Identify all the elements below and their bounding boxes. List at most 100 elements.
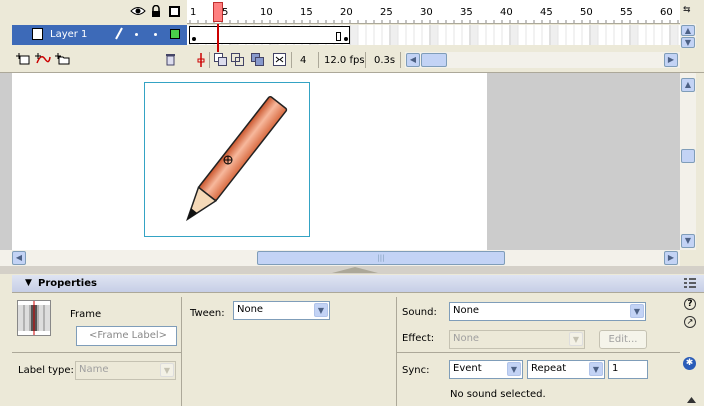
trash-icon[interactable] <box>165 53 176 66</box>
scroll-down-button[interactable]: ▼ <box>681 234 695 248</box>
frame-cell-highlight <box>471 25 478 45</box>
repeat-select[interactable]: Repeat ▼ <box>527 360 605 379</box>
sound-status: No sound selected. <box>450 389 546 400</box>
scroll-right-button[interactable]: ▶ <box>664 251 678 265</box>
insert-folder-icon[interactable] <box>55 53 70 65</box>
frame-rate[interactable]: 12.0 fps <box>324 55 365 66</box>
insert-layer-icon[interactable] <box>16 53 30 65</box>
ruler-number: 30 <box>420 7 433 18</box>
keyframe-span[interactable] <box>189 26 350 44</box>
stage-hscroll-thumb[interactable]: ||| <box>257 251 505 265</box>
stage-vscroll-thumb[interactable] <box>681 149 695 163</box>
divider <box>400 52 401 68</box>
divider <box>318 52 319 68</box>
center-frame-icon[interactable] <box>196 53 206 67</box>
scroll-up-button[interactable]: ▲ <box>681 25 695 36</box>
sound-select[interactable]: None ▼ <box>449 302 646 321</box>
chevron-down-icon[interactable]: ▼ <box>630 304 644 318</box>
outline-icon[interactable] <box>169 6 180 17</box>
ruler-number: 50 <box>580 7 593 18</box>
collapse-panel-icon[interactable] <box>687 397 696 403</box>
help-icon[interactable]: ? <box>684 298 696 310</box>
scroll-down-button[interactable]: ▼ <box>681 37 695 48</box>
lock-dot[interactable] <box>154 33 157 36</box>
frame-thumbnail-icon <box>17 300 51 336</box>
frame-label-placeholder: <Frame Label> <box>88 330 168 341</box>
frame-cell-highlight <box>591 25 598 45</box>
edit-multiple-frames-icon[interactable] <box>251 53 264 66</box>
chevron-down-icon[interactable]: ▼ <box>507 362 521 376</box>
ruler-number: 45 <box>540 7 553 18</box>
visibility-dot[interactable] <box>135 33 138 36</box>
elapsed-time: 0.3s <box>374 55 396 66</box>
current-frame: 4 <box>300 55 307 66</box>
frame-type-label: Frame <box>70 309 102 320</box>
chevron-down-icon[interactable]: ▼ <box>589 362 603 376</box>
timeline-menu-icon[interactable]: ⇆ <box>683 5 697 17</box>
stage-right-offstage <box>487 73 680 250</box>
properties-title: Properties <box>38 278 97 289</box>
effect-label: Effect: <box>402 333 435 344</box>
tween-select[interactable]: None ▼ <box>233 301 330 320</box>
repeat-count-input[interactable]: 1 <box>608 360 648 379</box>
ruler-number: 1 <box>190 7 197 18</box>
sound-label: Sound: <box>402 307 437 318</box>
ruler-number: 35 <box>460 7 473 18</box>
scroll-left-button[interactable]: ◀ <box>12 251 26 265</box>
ruler-number: 60 <box>660 7 673 18</box>
label-type-label: Label type: <box>18 365 74 376</box>
frame-cell-highlight <box>511 25 518 45</box>
expand-triangle-icon[interactable]: ▼ <box>25 278 32 288</box>
ruler-number: 5 <box>222 7 229 18</box>
tween-value: None <box>237 304 264 315</box>
edit-button-label: Edit... <box>608 334 638 345</box>
onion-skin-outlines-icon[interactable] <box>231 53 244 66</box>
frame-cell-highlight <box>631 25 638 45</box>
frame-cell-highlight <box>431 25 438 45</box>
accessibility-icon[interactable]: ✱ <box>683 357 696 370</box>
ruler-number: 15 <box>300 7 313 18</box>
sync-value: Event <box>453 363 482 374</box>
eye-icon[interactable] <box>130 5 146 17</box>
panel-options-icon[interactable] <box>684 278 696 289</box>
frame-label-input[interactable]: <Frame Label> <box>76 326 177 346</box>
effect-select[interactable]: None ▼ <box>449 330 585 349</box>
sync-label: Sync: <box>402 365 430 376</box>
divider <box>12 352 181 353</box>
sync-select[interactable]: Event ▼ <box>449 360 523 379</box>
frame-cell-highlight <box>391 25 398 45</box>
modify-onion-markers-icon[interactable] <box>273 53 286 66</box>
properties-titlebar[interactable] <box>12 275 704 293</box>
edit-button[interactable]: Edit... <box>599 330 647 349</box>
layer-color-swatch[interactable] <box>170 29 180 39</box>
ruler-number: 10 <box>260 7 273 18</box>
scroll-left-button[interactable]: ◀ <box>406 53 420 67</box>
end-frame-marker <box>336 32 341 41</box>
onion-skin-icon[interactable] <box>214 53 227 66</box>
edit-in-place-icon[interactable]: ↗ <box>684 316 696 328</box>
label-type-select[interactable]: Name ▼ <box>75 361 176 380</box>
chevron-down-icon[interactable]: ▼ <box>160 363 174 377</box>
label-type-value: Name <box>79 364 109 375</box>
scroll-up-button[interactable]: ▲ <box>681 78 695 92</box>
effect-value: None <box>453 333 480 344</box>
divider <box>291 52 292 68</box>
layer-icon <box>32 28 43 40</box>
chevron-down-icon[interactable]: ▼ <box>569 332 583 346</box>
layer-name[interactable]: Layer 1 <box>50 29 87 40</box>
divider <box>397 352 680 353</box>
repeat-value: Repeat <box>531 363 567 374</box>
ruler-number: 20 <box>340 7 353 18</box>
pencil-edit-icon <box>114 27 124 41</box>
ruler-number: 40 <box>500 7 513 18</box>
lock-icon[interactable] <box>151 4 161 17</box>
repeat-count: 1 <box>612 363 619 374</box>
timeline-hscroll-thumb[interactable] <box>421 53 447 67</box>
frame-cell-highlight <box>551 25 558 45</box>
pencil-symbol[interactable] <box>144 82 310 237</box>
chevron-down-icon[interactable]: ▼ <box>314 303 328 317</box>
scroll-right-button[interactable]: ▶ <box>664 53 678 67</box>
playhead-line <box>217 24 219 52</box>
add-motion-guide-icon[interactable] <box>35 53 51 65</box>
sound-value: None <box>453 305 480 316</box>
